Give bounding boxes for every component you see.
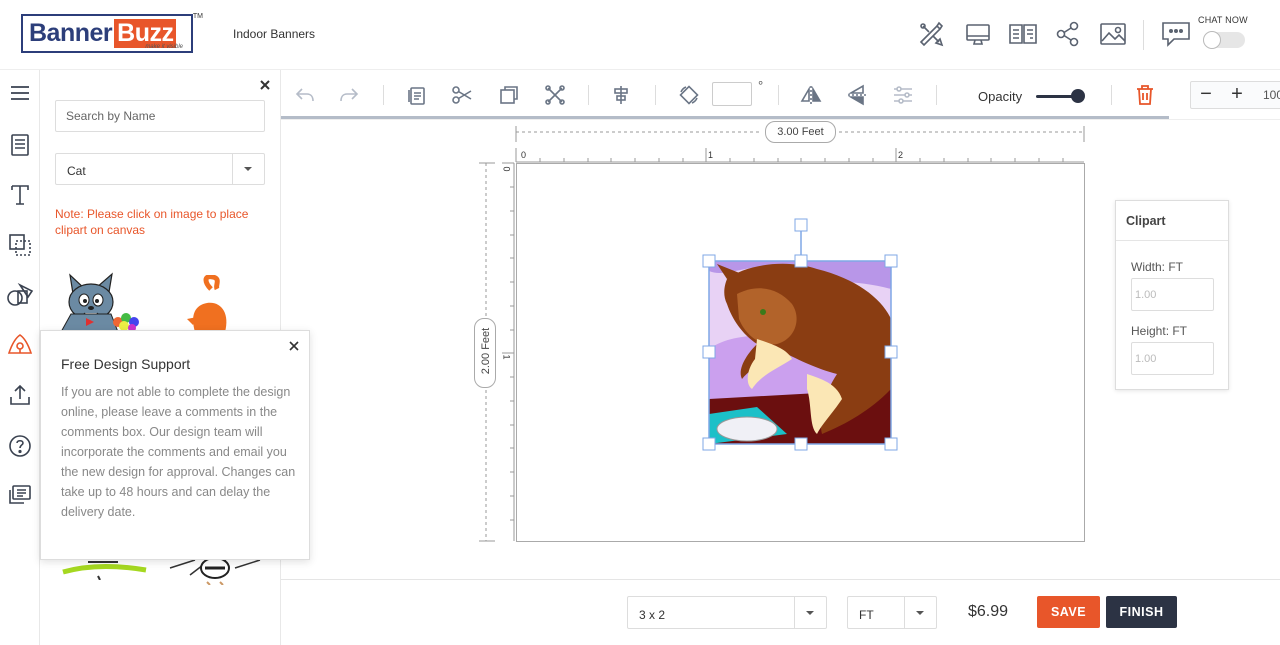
logo-text-banner: Banner xyxy=(29,19,113,47)
align-center-icon[interactable] xyxy=(610,84,632,106)
width-label: Width: FT xyxy=(1131,260,1184,274)
toolbar-divider xyxy=(383,85,384,105)
image-icon[interactable] xyxy=(1099,20,1127,48)
product-title: Indoor Banners xyxy=(233,27,316,41)
design-tools-icon[interactable] xyxy=(917,20,945,48)
toolbar-divider xyxy=(1111,85,1112,105)
toolbar-divider xyxy=(655,85,656,105)
clipart-width-input[interactable] xyxy=(1131,278,1214,311)
redo-icon[interactable] xyxy=(338,84,360,106)
unit-select[interactable]: FT xyxy=(847,596,937,629)
ruler-left-label-0: 0 xyxy=(501,166,512,172)
help-icon[interactable] xyxy=(0,426,40,466)
rotate-icon[interactable] xyxy=(678,84,700,106)
header: Banner Buzz make it visible TM Indoor Ba… xyxy=(0,0,1280,70)
clipart-thumbnail-cat-1[interactable] xyxy=(56,270,156,332)
support-body: If you are not able to complete the desi… xyxy=(61,385,296,519)
zoom-out-button[interactable]: − xyxy=(1191,82,1221,108)
opacity-label: Opacity xyxy=(978,89,1023,104)
delete-icon[interactable] xyxy=(1134,84,1156,106)
undo-icon[interactable] xyxy=(294,84,316,106)
save-button[interactable]: SAVE xyxy=(1037,596,1100,628)
desktop-preview-icon[interactable] xyxy=(964,20,992,48)
size-select[interactable]: 3 x 2 xyxy=(627,596,827,629)
logo-tagline: make it visible xyxy=(145,44,183,50)
editor-toolbar: ° Opacity − + 100 xyxy=(281,70,1280,120)
paste-icon[interactable] xyxy=(406,84,428,106)
free-design-support-popup: Free Design Support If you are not able … xyxy=(40,330,310,560)
cut-icon[interactable] xyxy=(451,84,473,106)
select-divider xyxy=(232,154,233,184)
comments-icon[interactable] xyxy=(0,475,40,515)
menu-icon[interactable] xyxy=(0,73,40,113)
toolbar-divider xyxy=(778,85,779,105)
opacity-slider-handle[interactable] xyxy=(1071,89,1085,103)
size-select-value: 3 x 2 xyxy=(639,608,666,622)
select-divider xyxy=(794,597,795,628)
zoom-control: − + 100 xyxy=(1190,81,1280,109)
header-divider xyxy=(1143,20,1144,50)
toolbar-divider xyxy=(936,85,937,105)
close-icon[interactable] xyxy=(288,340,300,352)
duplicate-icon[interactable] xyxy=(498,84,520,106)
zoom-value[interactable]: 100 xyxy=(1263,88,1280,102)
rotation-input[interactable] xyxy=(712,82,752,106)
ruler-top-label-1: 1 xyxy=(708,150,714,160)
height-label: Height: FT xyxy=(1131,324,1188,338)
chevron-down-icon xyxy=(244,167,252,171)
flip-horizontal-icon[interactable] xyxy=(800,84,822,106)
chevron-down-icon xyxy=(806,611,814,615)
upload-icon[interactable] xyxy=(0,375,40,415)
zoom-in-button[interactable]: + xyxy=(1222,82,1252,108)
clipart-search-input[interactable] xyxy=(55,100,265,132)
adjustments-icon[interactable] xyxy=(892,84,914,106)
share-icon[interactable] xyxy=(1054,20,1082,48)
selected-clipart[interactable] xyxy=(697,209,907,459)
chat-toggle[interactable] xyxy=(1203,31,1245,49)
price-label: $6.99 xyxy=(968,603,1009,620)
footer-bar: 3 x 2 FT $6.99 SAVE FINISH xyxy=(281,579,1280,645)
toggle-knob xyxy=(1203,31,1221,49)
clipart-icon[interactable] xyxy=(0,325,40,365)
ruler-left-label-1: 1 xyxy=(501,354,512,360)
height-dimension-pill: 2.00 Feet xyxy=(474,318,496,388)
shapes-icon[interactable] xyxy=(0,275,40,315)
select-divider xyxy=(904,597,905,628)
clipart-properties-panel: Clipart Width: FT Height: FT xyxy=(1115,200,1229,390)
design-canvas[interactable] xyxy=(516,163,1085,542)
clipart-note: Note: Please click on image to place cli… xyxy=(55,207,249,237)
support-title: Free Design Support xyxy=(61,356,191,372)
unit-select-value: FT xyxy=(859,608,874,622)
clipart-height-input[interactable] xyxy=(1131,342,1214,375)
flip-vertical-icon[interactable] xyxy=(846,84,868,106)
clipart-panel-title: Clipart xyxy=(1116,201,1228,241)
category-select[interactable]: Cat xyxy=(55,153,265,185)
width-dimension-label: 3.00 Feet xyxy=(765,121,836,143)
logo-trademark: TM xyxy=(192,13,203,20)
text-icon[interactable] xyxy=(0,175,40,215)
toolbar-divider xyxy=(588,85,589,105)
chat-now-label: CHAT NOW xyxy=(1198,15,1248,25)
category-select-value: Cat xyxy=(67,164,86,178)
chat-icon[interactable] xyxy=(1160,20,1192,48)
chevron-down-icon xyxy=(916,611,924,615)
ruler-top-label-2: 2 xyxy=(898,150,904,160)
ruler-top-label-0: 0 xyxy=(521,150,527,160)
tool-rail xyxy=(0,70,40,645)
clipart-thumbnail-cat-2[interactable] xyxy=(185,275,235,332)
toolbar-progress-bar xyxy=(281,116,1169,119)
ungroup-icon[interactable] xyxy=(544,84,566,106)
layers-icon[interactable] xyxy=(0,225,40,265)
height-dimension-label: 2.00 Feet xyxy=(480,327,492,375)
book-view-icon[interactable] xyxy=(1008,20,1037,48)
design-workspace: 3.00 Feet 0 1 2 2.00 Feet 0 1 Clipart Wi… xyxy=(281,120,1280,579)
bannerbuzz-logo[interactable]: Banner Buzz make it visible TM xyxy=(21,13,203,53)
degree-symbol: ° xyxy=(758,78,764,93)
templates-icon[interactable] xyxy=(0,125,40,165)
close-icon[interactable] xyxy=(258,78,272,92)
finish-button[interactable]: FINISH xyxy=(1106,596,1177,628)
